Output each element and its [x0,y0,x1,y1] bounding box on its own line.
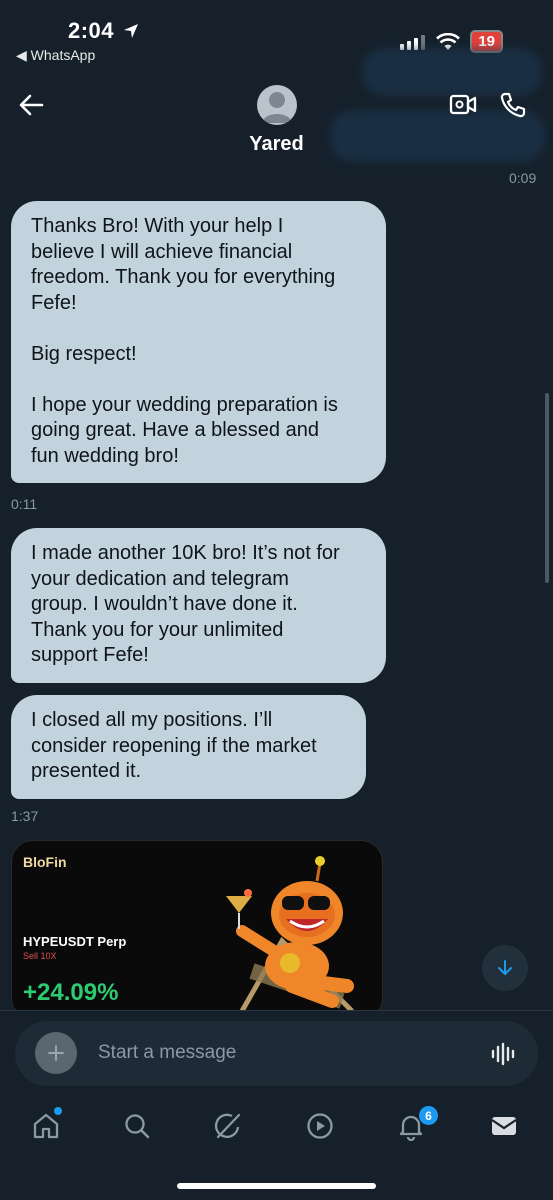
tab-grok[interactable] [210,1108,246,1144]
mail-icon [491,1117,517,1135]
avatar[interactable] [257,85,297,125]
tab-video[interactable] [302,1108,338,1144]
notifications-badge: 6 [419,1106,438,1125]
trade-pair: HYPEUSDT Perp [23,934,127,949]
contact-name[interactable]: Yared [0,133,553,156]
scroll-to-bottom-button[interactable] [482,945,528,991]
home-icon [33,1113,59,1139]
tab-search[interactable] [119,1108,155,1144]
grok-icon [214,1113,241,1139]
message-composer[interactable] [15,1021,538,1086]
location-arrow-icon [124,24,138,38]
message-timestamp: 0:09 [509,170,537,186]
status-time: 2:04 [68,18,115,43]
message-bubble[interactable]: Thanks Bro! With your help I believe I w… [11,201,386,483]
message-bubble[interactable]: I made another 10K bro! It’s not for you… [11,528,386,683]
scrollbar[interactable] [545,393,549,583]
play-icon [307,1113,333,1139]
exchange-logo: BloFin [23,854,67,870]
message-input[interactable]: Start a message [98,1042,236,1064]
back-arrow-icon[interactable] [18,92,44,118]
home-indicator[interactable] [177,1183,376,1189]
trade-result-image[interactable]: BloFin HYPEUSDT Perp Sell 10X +24.09% [11,840,383,1020]
blurred-message [362,48,542,96]
plus-icon [48,1045,64,1061]
back-to-app-link[interactable]: ◀ WhatsApp [16,47,95,64]
trade-side: Sell 10X [23,951,57,961]
default-avatar-icon [262,92,292,123]
video-call-icon[interactable] [449,92,477,118]
phone-call-icon[interactable] [499,91,527,119]
message-timestamp: 1:37 [11,808,39,824]
message-timestamp: 0:11 [11,496,38,512]
home-unread-dot [54,1107,62,1115]
voice-message-icon[interactable] [490,1041,516,1067]
message-bubble[interactable]: I closed all my positions. I’ll consider… [11,695,366,799]
search-icon [125,1114,150,1139]
arrow-down-icon [498,960,512,975]
tab-messages[interactable] [486,1108,522,1144]
trade-pnl: +24.09% [23,979,119,1006]
add-media-button[interactable] [35,1032,77,1074]
mascot-illustration [226,856,354,1013]
